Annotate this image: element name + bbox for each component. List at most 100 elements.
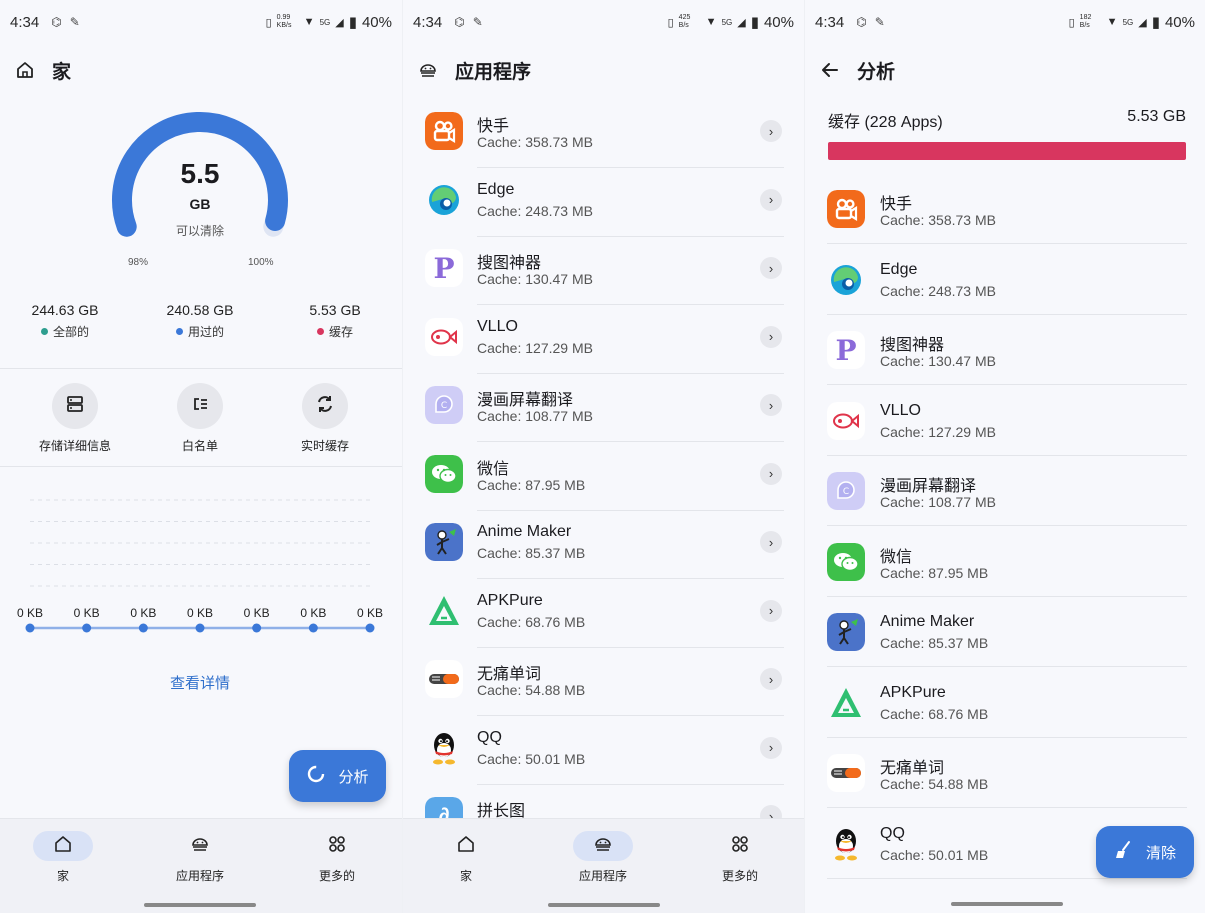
nav-label: 应用程序 xyxy=(578,869,627,883)
storage-gauge: 5.5 GB 可以清除 98% 100% xyxy=(100,110,300,280)
storage-stats: 244.63 GB 全部的 240.58 GB 用过的 5.53 GB 缓存 xyxy=(0,302,402,352)
app-cache-size: Cache: 127.29 MB xyxy=(880,423,996,440)
storage-details-button[interactable]: 存储详细信息 xyxy=(10,383,140,454)
app-row[interactable]: Anime Maker Cache: 85.37 MB › xyxy=(403,511,804,579)
app-row[interactable]: 微信 Cache: 87.95 MB xyxy=(805,529,1205,597)
row-divider xyxy=(827,313,1187,315)
data-label: 0 KB xyxy=(74,606,100,620)
app-row[interactable]: 快手 Cache: 358.73 MB xyxy=(805,176,1205,244)
app-row[interactable]: C 漫画屏幕翻译 Cache: 108.77 MB › xyxy=(403,374,804,442)
nav-home[interactable]: 家 xyxy=(8,831,118,884)
app-cache-size: Cache: 108.77 MB xyxy=(477,408,593,424)
page-title: 家 xyxy=(52,61,72,83)
app-row[interactable]: 无痛单词 Cache: 54.88 MB › xyxy=(403,648,804,716)
soutu-icon: P xyxy=(827,331,865,369)
gauge-left-percent: 98% xyxy=(128,257,149,268)
realtime-cache-button[interactable]: 实时缓存 xyxy=(260,383,390,454)
whitelist-button[interactable]: 白名单 xyxy=(135,383,265,454)
data-point xyxy=(308,623,318,633)
app-cache-size: Cache: 358.73 MB xyxy=(477,134,593,150)
wifi-icon: ▼ xyxy=(1106,16,1118,28)
nav-label: 家 xyxy=(459,869,472,883)
analyze-fab[interactable]: 分析 xyxy=(289,750,386,802)
app-row[interactable]: APKPure Cache: 68.76 MB › xyxy=(403,580,804,648)
home-icon xyxy=(53,834,73,859)
row-divider xyxy=(827,736,1187,738)
app-row[interactable]: Edge Cache: 248.73 MB › xyxy=(403,169,804,237)
nav-home[interactable]: 家 xyxy=(411,831,521,884)
data-point xyxy=(138,623,148,633)
battery-icon: ▮ xyxy=(750,14,759,31)
data-point xyxy=(365,623,375,633)
cache-count-label: 缓存 (228 Apps) xyxy=(828,114,943,131)
edge-icon xyxy=(827,261,865,299)
app-row[interactable]: QQ Cache: 50.01 MB › xyxy=(403,717,804,785)
app-row[interactable]: C 漫画屏幕翻译 Cache: 108.77 MB xyxy=(805,458,1205,526)
chevron-right-icon[interactable]: › xyxy=(760,736,782,759)
nav-more[interactable]: 更多的 xyxy=(685,831,795,884)
nav-label: 更多的 xyxy=(318,869,355,883)
app-row[interactable]: Anime Maker Cache: 85.37 MB xyxy=(805,599,1205,667)
chevron-right-icon[interactable]: › xyxy=(760,120,782,142)
wechat-icon xyxy=(425,454,463,493)
app-name: Anime Maker xyxy=(477,523,572,540)
cleanable-label: 可以清除 xyxy=(175,224,224,238)
app-name: 微信 xyxy=(880,548,913,566)
app-name: APKPure xyxy=(880,683,946,701)
status-bar: 4:34 ⌬ ✎ ▯ 182 B/s ▼ 5G ◢ ▮ 40% xyxy=(805,0,1205,44)
qq-icon xyxy=(425,729,463,767)
app-cache-size: Cache: 130.47 MB xyxy=(880,353,996,369)
app-bar: 应用程序 xyxy=(403,48,804,92)
app-cache-size: Cache: 108.77 MB xyxy=(880,494,996,510)
nav-more[interactable]: 更多的 xyxy=(282,831,392,884)
signal-icon: ◢ xyxy=(737,16,746,29)
nav-apps[interactable]: 应用程序 xyxy=(145,831,255,884)
chevron-right-icon[interactable]: › xyxy=(760,325,782,348)
app-row[interactable]: P 搜图神器 Cache: 130.47 MB xyxy=(805,317,1205,385)
app-row[interactable]: Edge Cache: 248.73 MB xyxy=(805,247,1205,315)
app-row[interactable]: VLLO Cache: 127.29 MB xyxy=(805,388,1205,456)
app-cache-size: Cache: 87.95 MB xyxy=(880,564,989,581)
chevron-right-icon[interactable]: › xyxy=(760,188,782,211)
net-speed: 182 B/s xyxy=(1079,14,1092,29)
app-row[interactable]: 微信 Cache: 87.95 MB › xyxy=(403,443,804,511)
data-label: 0 KB xyxy=(17,606,43,620)
app-row[interactable]: 无痛单词 Cache: 54.88 MB xyxy=(805,740,1205,808)
app-row[interactable]: P 搜图神器 Cache: 130.47 MB › xyxy=(403,237,804,305)
gesture-handle[interactable] xyxy=(548,903,660,907)
android-icon xyxy=(593,834,613,859)
cache-trend-chart: 0 KB 0 KB 0 KB 0 KB 0 KB 0 KB 0 KB xyxy=(0,480,402,650)
chevron-right-icon[interactable]: › xyxy=(760,394,782,416)
chevron-right-icon[interactable]: › xyxy=(760,668,782,690)
app-row[interactable]: VLLO Cache: 127.29 MB › xyxy=(403,306,804,374)
app-row[interactable]: 快手 Cache: 358.73 MB › xyxy=(403,100,804,168)
nav-apps[interactable]: 应用程序 xyxy=(548,831,658,884)
gesture-handle[interactable] xyxy=(144,903,256,907)
apkpure-icon xyxy=(827,684,865,722)
wifi-icon: ▼ xyxy=(303,16,315,28)
app-bar: 分析 xyxy=(805,48,1205,92)
chevron-right-icon[interactable]: › xyxy=(760,599,782,622)
chevron-right-icon[interactable]: › xyxy=(760,462,782,485)
cleanable-size: 5.5 xyxy=(180,158,220,189)
app-row[interactable]: APKPure Cache: 68.76 MB xyxy=(805,670,1205,738)
clean-fab[interactable]: 清除 xyxy=(1096,826,1194,878)
chevron-right-icon[interactable]: › xyxy=(760,531,782,553)
analyze-label: 分析 xyxy=(338,768,369,786)
soutu-icon: P xyxy=(425,249,463,287)
app-name: 漫画屏幕翻译 xyxy=(477,392,574,409)
view-details-link[interactable]: 查看详情 xyxy=(0,672,400,693)
stat-cache: 5.53 GB 缓存 xyxy=(270,302,400,340)
signal-icon: ◢ xyxy=(1138,16,1147,29)
back-arrow-icon[interactable] xyxy=(819,59,841,81)
wutong-icon xyxy=(425,660,463,698)
status-bar: 4:34 ⌬ ✎ ▯ 425 B/s ▼ 5G ◢ ▮ 40% xyxy=(403,0,804,44)
analysis-screen: 4:34 ⌬ ✎ ▯ 182 B/s ▼ 5G ◢ ▮ 40% 分析 缓存 (2… xyxy=(804,0,1205,913)
chevron-right-icon[interactable]: › xyxy=(760,257,782,279)
app-cache-size: Cache: 248.73 MB xyxy=(880,282,996,299)
stat-value: 5.53 GB xyxy=(309,302,361,318)
apps-screen: 4:34 ⌬ ✎ ▯ 425 B/s ▼ 5G ◢ ▮ 40% 应用程序 快手 C… xyxy=(402,0,804,913)
brush-icon: ✎ xyxy=(874,15,885,29)
gesture-handle[interactable] xyxy=(951,902,1063,906)
row-divider xyxy=(827,384,1187,385)
